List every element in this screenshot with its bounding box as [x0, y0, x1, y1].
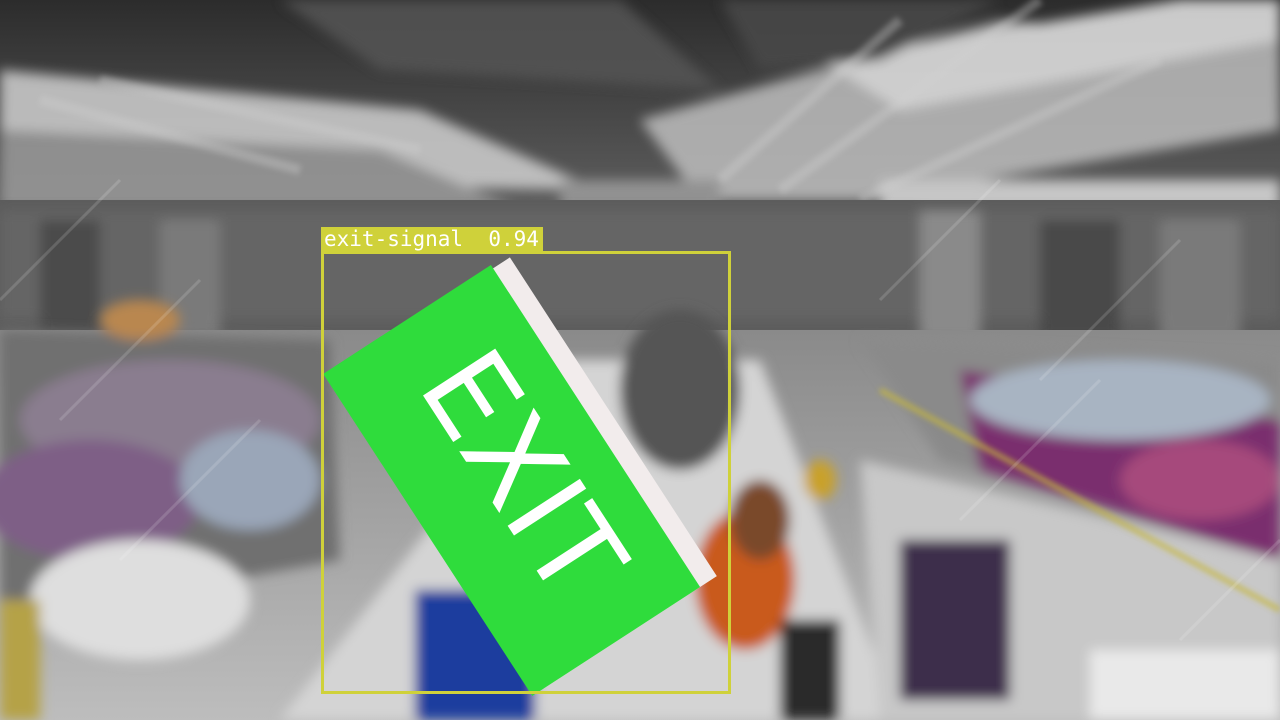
- detection-label: exit-signal 0.94: [321, 227, 543, 251]
- detection-bounding-box: [321, 251, 731, 694]
- detection-class: exit-signal: [324, 227, 464, 251]
- photo-scene: EXIT exit-signal 0.94: [0, 0, 1280, 720]
- detection-confidence: 0.94: [488, 227, 539, 251]
